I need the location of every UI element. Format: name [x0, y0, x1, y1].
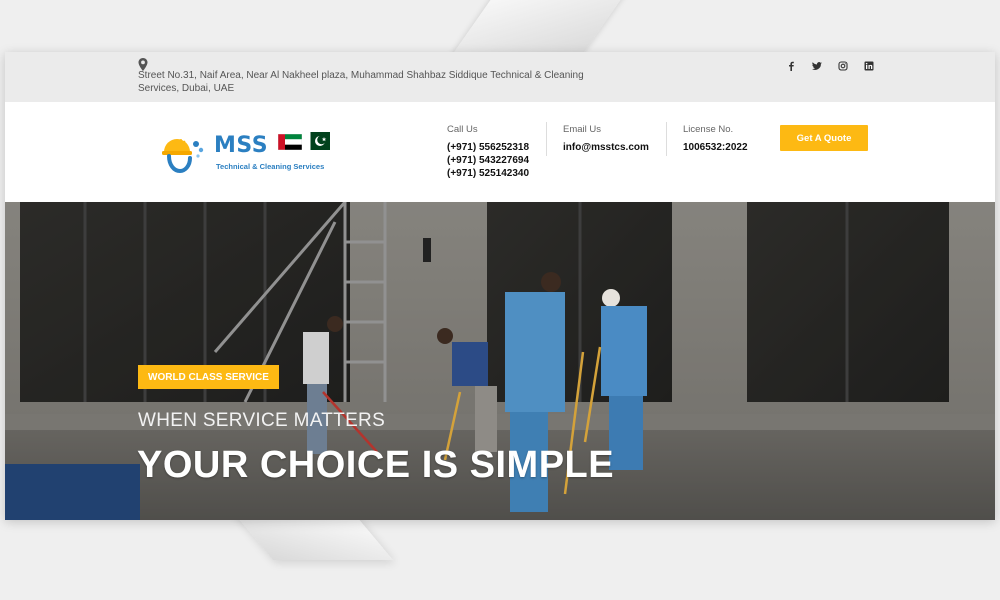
hero-badge: WORLD CLASS SERVICE — [138, 365, 279, 389]
divider — [546, 122, 547, 156]
phone-number[interactable]: (+971) 525142340 — [447, 167, 529, 180]
divider — [666, 122, 667, 156]
hero-subtitle: WHEN SERVICE MATTERS — [138, 410, 386, 431]
address-text: Street No.31, Naif Area, Near Al Nakheel… — [138, 70, 584, 94]
uae-flag-icon — [278, 134, 302, 150]
phone-label: Call Us — [447, 124, 478, 135]
email-address[interactable]: info@msstcs.com — [563, 141, 649, 154]
facebook-icon[interactable] — [785, 60, 797, 72]
email-contact: Email Us info@msstcs.com — [563, 124, 649, 154]
get-a-quote-button[interactable]: Get A Quote — [780, 125, 868, 151]
email-label: Email Us — [563, 124, 602, 135]
phone-number[interactable]: (+971) 543227694 — [447, 154, 529, 167]
hero-banner: WORLD CLASS SERVICE WHEN SERVICE MATTERS… — [5, 202, 995, 520]
linkedin-icon[interactable] — [863, 60, 875, 72]
license-number: 1006532:2022 — [683, 142, 748, 153]
site-header: MSS Technical & Cleaning Services Call U… — [5, 102, 995, 202]
logo-mark-icon — [162, 139, 204, 174]
decorative-shape — [448, 0, 642, 60]
logo-text: MSS — [214, 133, 269, 158]
social-links — [785, 60, 875, 72]
top-bar: Street No.31, Naif Area, Near Al Nakheel… — [5, 52, 995, 102]
logo-subtitle: Technical & Cleaning Services — [216, 162, 325, 171]
hero-headline: YOUR CHOICE IS SIMPLE — [137, 444, 615, 486]
instagram-icon[interactable] — [837, 60, 849, 72]
website-screenshot: Street No.31, Naif Area, Near Al Nakheel… — [5, 52, 995, 520]
site-logo[interactable]: MSS Technical & Cleaning Services — [160, 130, 340, 178]
phone-contact: Call Us (+971) 556252318 (+971) 54322769… — [447, 124, 529, 180]
twitter-icon[interactable] — [811, 60, 823, 72]
phone-number[interactable]: (+971) 556252318 — [447, 141, 529, 154]
license-info: License No. 1006532:2022 — [683, 124, 748, 154]
license-label: License No. — [683, 124, 734, 135]
pakistan-flag-icon — [304, 132, 330, 150]
